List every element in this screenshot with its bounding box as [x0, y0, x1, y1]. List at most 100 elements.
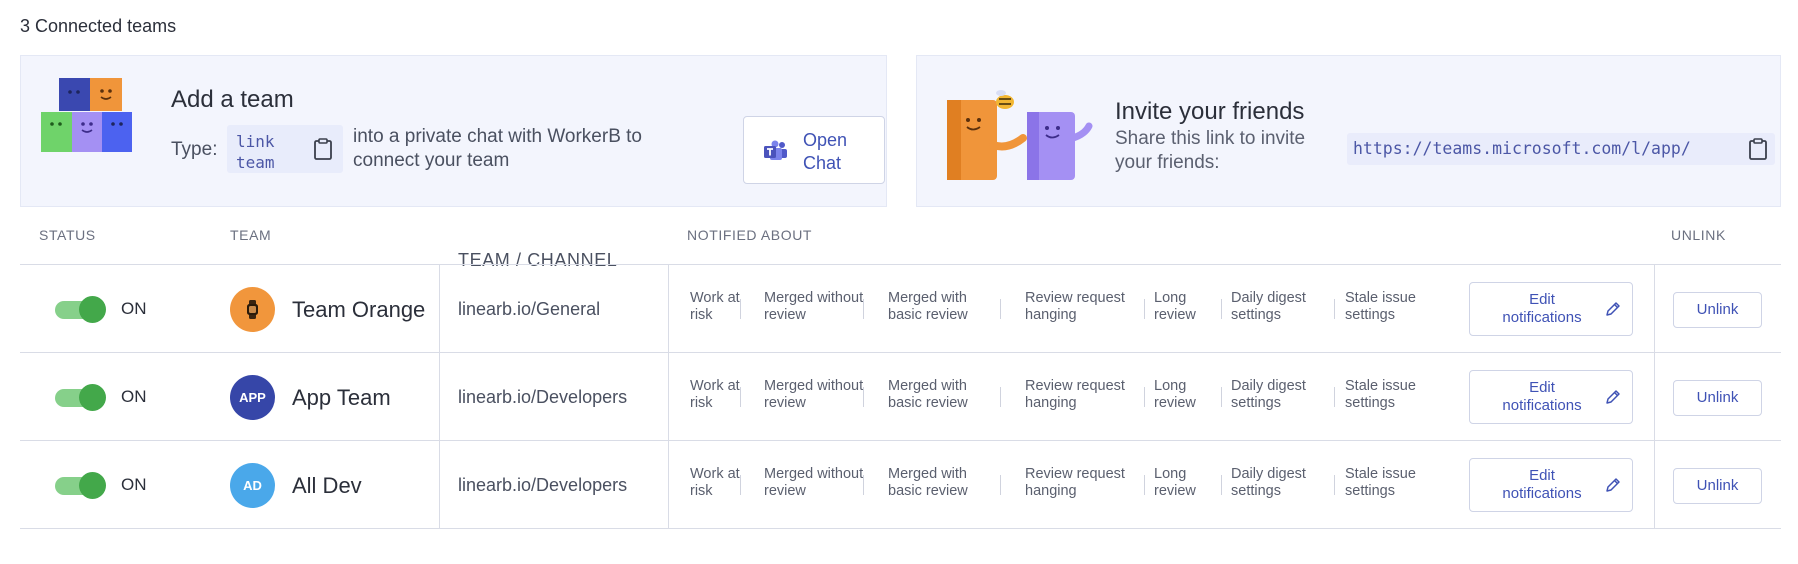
status-label: ON — [121, 387, 147, 406]
edit-notifications-button[interactable]: Edit notifications — [1469, 370, 1633, 424]
invite-link-chip: https://teams.microsoft.com/l/app/ — [1347, 133, 1775, 165]
notification-divider — [1221, 299, 1222, 319]
command-text: link team — [236, 132, 275, 172]
notification-work-at-risk: Work at risk — [690, 290, 740, 323]
notification-divider — [1221, 387, 1222, 407]
team-avatar — [230, 287, 275, 332]
notification-daily-digest: Daily digest settings — [1231, 290, 1306, 323]
header-notified-about: NOTIFIED ABOUT — [687, 227, 813, 243]
notification-divider — [863, 299, 864, 319]
add-team-description: into a private chat with WorkerB to conn… — [353, 126, 642, 171]
column-divider — [668, 353, 669, 441]
notification-merged-without-review: Merged without review — [764, 378, 864, 411]
clipboard-icon[interactable] — [1748, 138, 1768, 160]
pencil-icon — [1606, 478, 1620, 492]
notification-divider — [740, 299, 741, 319]
notification-long-review: Long review — [1154, 290, 1196, 323]
command-chip: link team — [227, 125, 343, 173]
notification-merged-with-basic-review: Merged with basic review — [888, 290, 968, 323]
column-divider — [439, 441, 440, 529]
notification-stale-issue: Stale issue settings — [1345, 290, 1416, 323]
table-row: ON APP App Team linearb.io/Developers Wo… — [20, 352, 1781, 441]
header-status: STATUS — [39, 227, 96, 243]
invite-card: Invite your friends Share this link to i… — [916, 55, 1781, 207]
notification-divider — [740, 475, 741, 495]
invite-description: Share this link to invite your friends: — [1115, 128, 1306, 173]
clipboard-icon[interactable] — [313, 138, 333, 160]
notification-divider — [863, 475, 864, 495]
table-row: ON AD All Dev linearb.io/Developers Work… — [20, 440, 1781, 529]
toggle-knob — [79, 296, 106, 323]
status-label: ON — [121, 299, 147, 318]
notification-work-at-risk: Work at risk — [690, 378, 740, 411]
notification-divider — [1144, 475, 1145, 495]
unlink-button[interactable]: Unlink — [1673, 468, 1762, 504]
team-blocks-illustration — [41, 78, 132, 152]
unlink-button[interactable]: Unlink — [1673, 292, 1762, 328]
column-divider — [1654, 441, 1655, 529]
add-team-title: Add a team — [171, 86, 294, 113]
notification-divider — [1334, 387, 1335, 407]
toggle-knob — [79, 384, 106, 411]
notification-long-review: Long review — [1154, 378, 1196, 411]
notification-divider — [1000, 299, 1001, 319]
column-divider — [439, 265, 440, 353]
edit-notifications-button[interactable]: Edit notifications — [1469, 282, 1633, 336]
edit-notifications-button[interactable]: Edit notifications — [1469, 458, 1633, 512]
notification-merged-with-basic-review: Merged with basic review — [888, 378, 968, 411]
team-name: All Dev — [292, 473, 362, 498]
watch-icon — [247, 300, 258, 319]
avatar-initials: AD — [243, 478, 262, 493]
notification-review-request-hanging: Review request hanging — [1025, 290, 1125, 323]
notification-divider — [1000, 475, 1001, 495]
notification-stale-issue: Stale issue settings — [1345, 378, 1416, 411]
pencil-icon — [1606, 302, 1620, 316]
team-name: App Team — [292, 385, 391, 410]
column-divider — [1654, 265, 1655, 353]
open-chat-button[interactable]: Open Chat — [743, 116, 885, 184]
edit-notifications-label: Edit notifications — [1502, 467, 1582, 502]
channel-name: linearb.io/General — [458, 299, 601, 319]
status-toggle[interactable] — [55, 384, 107, 411]
notification-review-request-hanging: Review request hanging — [1025, 378, 1125, 411]
status-toggle[interactable] — [55, 296, 107, 323]
team-avatar: APP — [230, 375, 275, 420]
channel-name: linearb.io/Developers — [458, 475, 628, 495]
column-divider — [439, 353, 440, 441]
avatar-initials: APP — [239, 390, 266, 405]
invite-title: Invite your friends — [1115, 98, 1305, 125]
open-chat-label: Open Chat — [803, 130, 848, 173]
page-title: 3 Connected teams — [20, 16, 177, 36]
notification-divider — [1221, 475, 1222, 495]
notification-divider — [863, 387, 864, 407]
notification-daily-digest: Daily digest settings — [1231, 378, 1306, 411]
notification-divider — [1000, 387, 1001, 407]
column-divider — [1654, 353, 1655, 441]
invite-link-text: https://teams.microsoft.com/l/app/ — [1353, 139, 1691, 158]
microsoft-teams-icon — [764, 140, 787, 160]
notification-divider — [1334, 475, 1335, 495]
notification-merged-without-review: Merged without review — [764, 290, 864, 323]
notification-work-at-risk: Work at risk — [690, 466, 740, 499]
header-unlink: UNLINK — [1671, 227, 1726, 243]
friends-illustration — [947, 90, 1093, 180]
pencil-icon — [1606, 390, 1620, 404]
header-team: TEAM — [230, 227, 272, 243]
notification-divider — [740, 387, 741, 407]
status-label: ON — [121, 475, 147, 494]
team-name: Team Orange — [292, 297, 426, 322]
type-label: Type: — [171, 139, 218, 160]
notification-divider — [1144, 299, 1145, 319]
column-divider — [668, 441, 669, 529]
table-header: STATUS TEAM TEAM / CHANNEL NOTIFIED ABOU… — [20, 216, 1781, 270]
status-toggle[interactable] — [55, 472, 107, 499]
add-team-card: Add a team Type: link team into a privat… — [20, 55, 887, 207]
notification-long-review: Long review — [1154, 466, 1196, 499]
unlink-button[interactable]: Unlink — [1673, 380, 1762, 416]
table-row: ON Team Orange linearb.io/General Work a… — [20, 264, 1781, 353]
edit-notifications-label: Edit notifications — [1502, 291, 1582, 326]
toggle-knob — [79, 472, 106, 499]
channel-name: linearb.io/Developers — [458, 387, 628, 407]
notification-merged-without-review: Merged without review — [764, 466, 864, 499]
notification-divider — [1334, 299, 1335, 319]
